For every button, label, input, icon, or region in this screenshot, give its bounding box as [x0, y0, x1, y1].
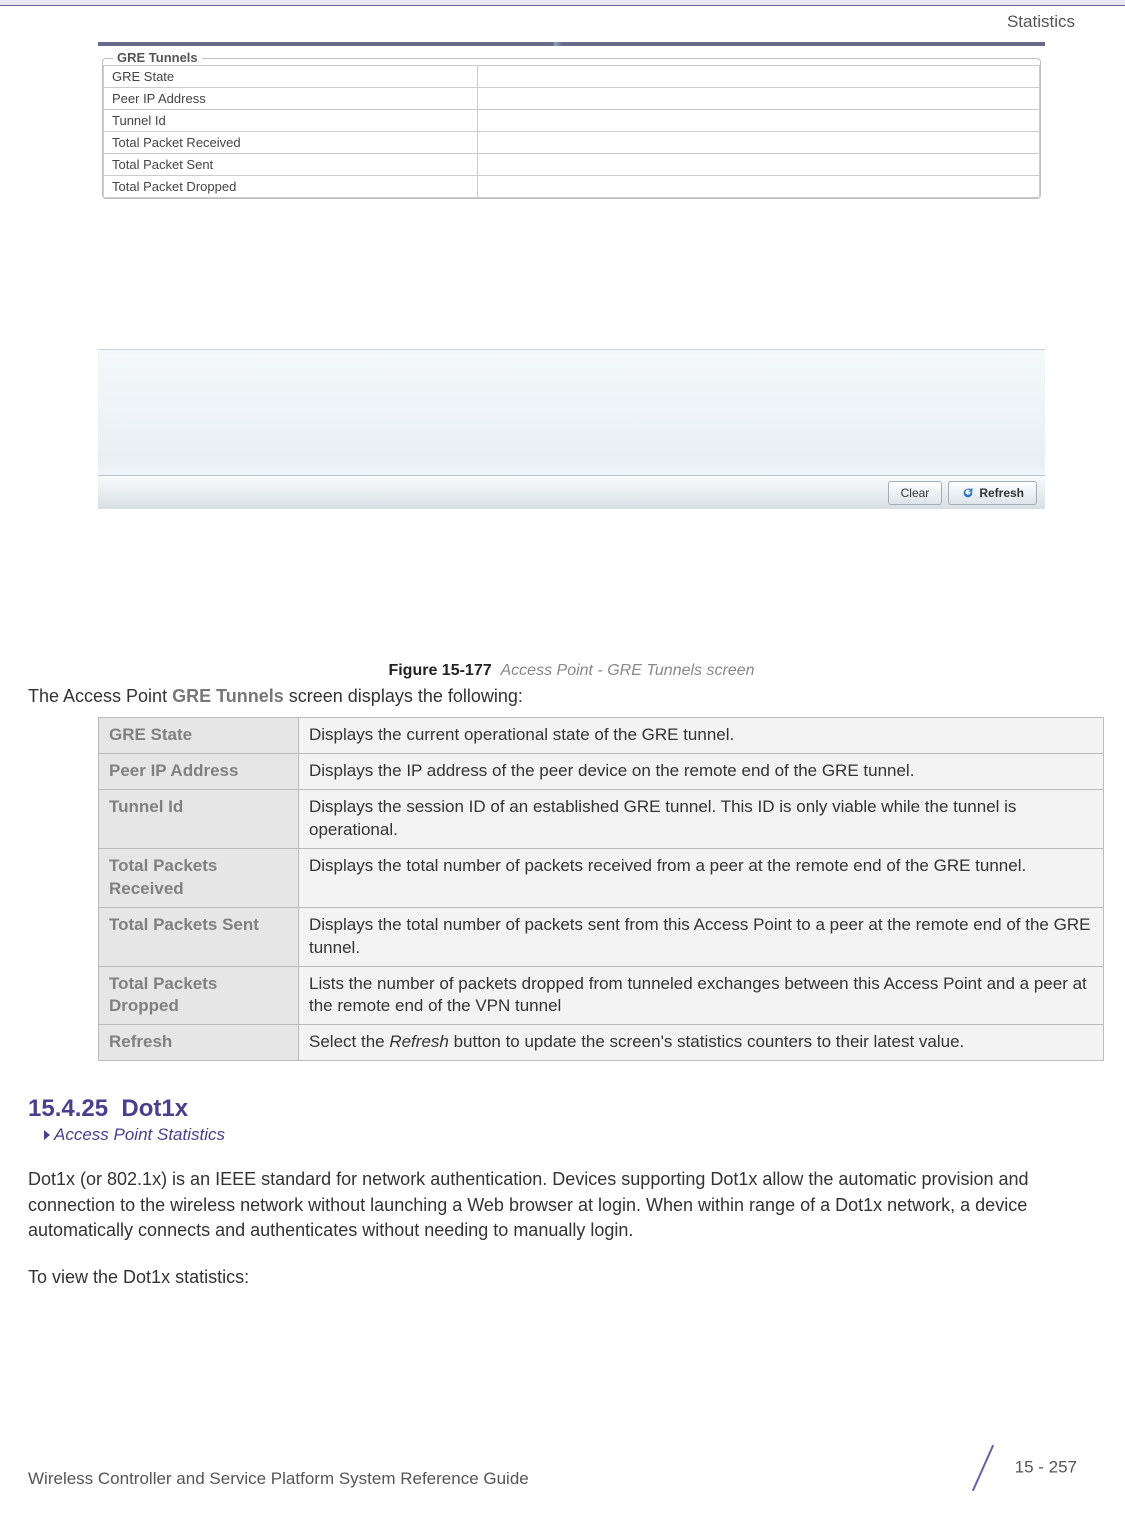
screenshot-lower-panel: Clear Refresh	[98, 349, 1045, 509]
intro-pre: The Access Point	[28, 686, 172, 706]
body-paragraph-1: Dot1x (or 802.1x) is an IEEE standard fo…	[28, 1167, 1105, 1243]
desc-cell: Displays the current operational state o…	[299, 718, 1104, 754]
breadcrumb-text: Access Point Statistics	[54, 1125, 225, 1145]
intro-bold: GRE Tunnels	[172, 686, 284, 706]
desc-post: button to update the screen's statistics…	[449, 1032, 964, 1051]
refresh-button-label: Refresh	[979, 486, 1024, 500]
footer-page-number: 15 - 257	[962, 1447, 1077, 1489]
table-row: Total Packets Sent Displays the total nu…	[99, 907, 1104, 966]
row-label: Total Packet Sent	[104, 154, 478, 176]
row-label: Total Packet Received	[104, 132, 478, 154]
page-number-text: 15 - 257	[1015, 1457, 1077, 1476]
section-heading: 15.4.25 Dot1x	[28, 1095, 1105, 1123]
desc-cell: Select the Refresh button to update the …	[299, 1025, 1104, 1061]
table-row: Total Packet Sent	[104, 154, 1040, 176]
term-cell: Peer IP Address	[99, 753, 299, 789]
refresh-button[interactable]: Refresh	[948, 481, 1037, 505]
desc-cell: Lists the number of packets dropped from…	[299, 966, 1104, 1025]
table-row: Tunnel Id Displays the session ID of an …	[99, 789, 1104, 848]
term-cell: Total Packets Sent	[99, 907, 299, 966]
term-cell: Refresh	[99, 1025, 299, 1061]
table-row: Tunnel Id	[104, 110, 1040, 132]
intro-text: The Access Point GRE Tunnels screen disp…	[28, 686, 1105, 707]
desc-ital: Refresh	[389, 1032, 449, 1051]
refresh-icon	[961, 486, 975, 500]
screenshot-top-border	[98, 42, 1045, 46]
footer-guide-title: Wireless Controller and Service Platform…	[28, 1469, 529, 1489]
desc-cell: Displays the session ID of an establishe…	[299, 789, 1104, 848]
button-bar: Clear Refresh	[98, 475, 1045, 509]
screenshot-container: GRE Tunnels GRE State Peer IP Address Tu…	[28, 42, 1105, 680]
term-cell: Total Packets Received	[99, 848, 299, 907]
row-label: Peer IP Address	[104, 88, 478, 110]
desc-pre: Select the	[309, 1032, 389, 1051]
fieldset-legend: GRE Tunnels	[113, 50, 202, 65]
row-label: Tunnel Id	[104, 110, 478, 132]
row-value	[478, 154, 1040, 176]
section-label: Statistics	[1007, 12, 1075, 32]
body-paragraph-2: To view the Dot1x statistics:	[28, 1265, 1105, 1290]
breadcrumb: Access Point Statistics	[44, 1125, 1105, 1145]
row-value	[478, 66, 1040, 88]
row-value	[478, 110, 1040, 132]
section-number: 15.4.25	[28, 1095, 108, 1122]
table-row: Total Packet Received	[104, 132, 1040, 154]
desc-cell: Displays the total number of packets rec…	[299, 848, 1104, 907]
term-cell: GRE State	[99, 718, 299, 754]
desc-cell: Displays the IP address of the peer devi…	[299, 753, 1104, 789]
top-accent-bar	[0, 0, 1125, 6]
row-value	[478, 176, 1040, 198]
term-cell: Tunnel Id	[99, 789, 299, 848]
table-row: Peer IP Address Displays the IP address …	[99, 753, 1104, 789]
page-content: GRE Tunnels GRE State Peer IP Address Tu…	[0, 42, 1125, 1290]
section-title: Dot1x	[121, 1095, 188, 1122]
table-row: Total Packets Received Displays the tota…	[99, 848, 1104, 907]
breadcrumb-arrow-icon	[44, 1130, 50, 1140]
gre-tunnels-screenshot: GRE Tunnels GRE State Peer IP Address Tu…	[98, 42, 1045, 656]
row-label: Total Packet Dropped	[104, 176, 478, 198]
table-row: Peer IP Address	[104, 88, 1040, 110]
gre-properties-table: GRE State Peer IP Address Tunnel Id Tota…	[103, 65, 1040, 198]
term-cell: Total Packets Dropped	[99, 966, 299, 1025]
page-slash-icon	[962, 1447, 1004, 1489]
row-label: GRE State	[104, 66, 478, 88]
table-row: Total Packets Dropped Lists the number o…	[99, 966, 1104, 1025]
intro-post: screen displays the following:	[284, 686, 523, 706]
figure-caption: Figure 15-177 Access Point - GRE Tunnels…	[98, 662, 1045, 680]
clear-button-label: Clear	[901, 486, 930, 500]
table-row: GRE State	[104, 66, 1040, 88]
table-row: GRE State Displays the current operation…	[99, 718, 1104, 754]
page-header: Statistics	[0, 8, 1125, 42]
clear-button[interactable]: Clear	[888, 481, 943, 505]
gre-tunnels-fieldset: GRE Tunnels GRE State Peer IP Address Tu…	[102, 58, 1041, 199]
figure-number: Figure 15-177	[388, 662, 491, 679]
page-footer: Wireless Controller and Service Platform…	[28, 1447, 1077, 1489]
field-description-table: GRE State Displays the current operation…	[98, 717, 1104, 1061]
table-row: Refresh Select the Refresh button to upd…	[99, 1025, 1104, 1061]
table-row: Total Packet Dropped	[104, 176, 1040, 198]
row-value	[478, 132, 1040, 154]
row-value	[478, 88, 1040, 110]
figure-title: Access Point - GRE Tunnels screen	[501, 662, 755, 679]
desc-cell: Displays the total number of packets sen…	[299, 907, 1104, 966]
